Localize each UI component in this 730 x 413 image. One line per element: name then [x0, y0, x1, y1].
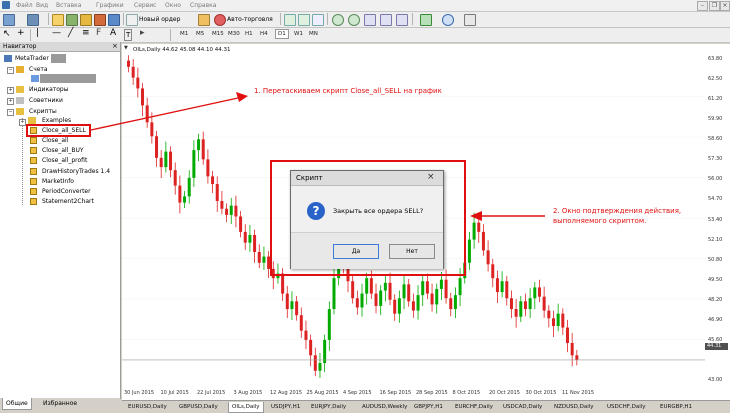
annotation-step1: 1. Перетаскиваем скрипт Close_all_SELL н… [254, 87, 442, 95]
arrow-head-2 [470, 211, 482, 221]
x-tick-label: 28 Sep 2015 [416, 390, 448, 396]
arrow-line-1 [90, 97, 239, 131]
x-tick-label: 30 Jun 2015 [124, 390, 155, 396]
x-tick-label: 4 Sep 2015 [343, 390, 372, 396]
x-tick-label: 22 Jul 2015 [197, 390, 226, 396]
x-tick-label: 12 Aug 2015 [270, 390, 303, 396]
annotation-arrows [90, 92, 545, 221]
arrow-head-1 [236, 92, 248, 102]
x-tick-label: 25 Aug 2015 [306, 390, 339, 396]
x-tick-label: 11 Nov 2015 [562, 390, 595, 396]
annotation-step2-line2: выполняемого скриптом. [553, 217, 647, 225]
x-tick-label: 20 Oct 2015 [489, 390, 520, 396]
x-tick-label: 3 Aug 2015 [233, 390, 263, 396]
x-tick-label: 16 Sep 2015 [379, 390, 412, 396]
x-tick-label: 10 Jul 2015 [160, 390, 189, 396]
x-tick-label: 8 Oct 2015 [452, 390, 481, 396]
annotation-step2-line1: 2. Окно подтверждения действия, [553, 207, 682, 215]
x-tick-label: 30 Oct 2015 [525, 390, 557, 396]
